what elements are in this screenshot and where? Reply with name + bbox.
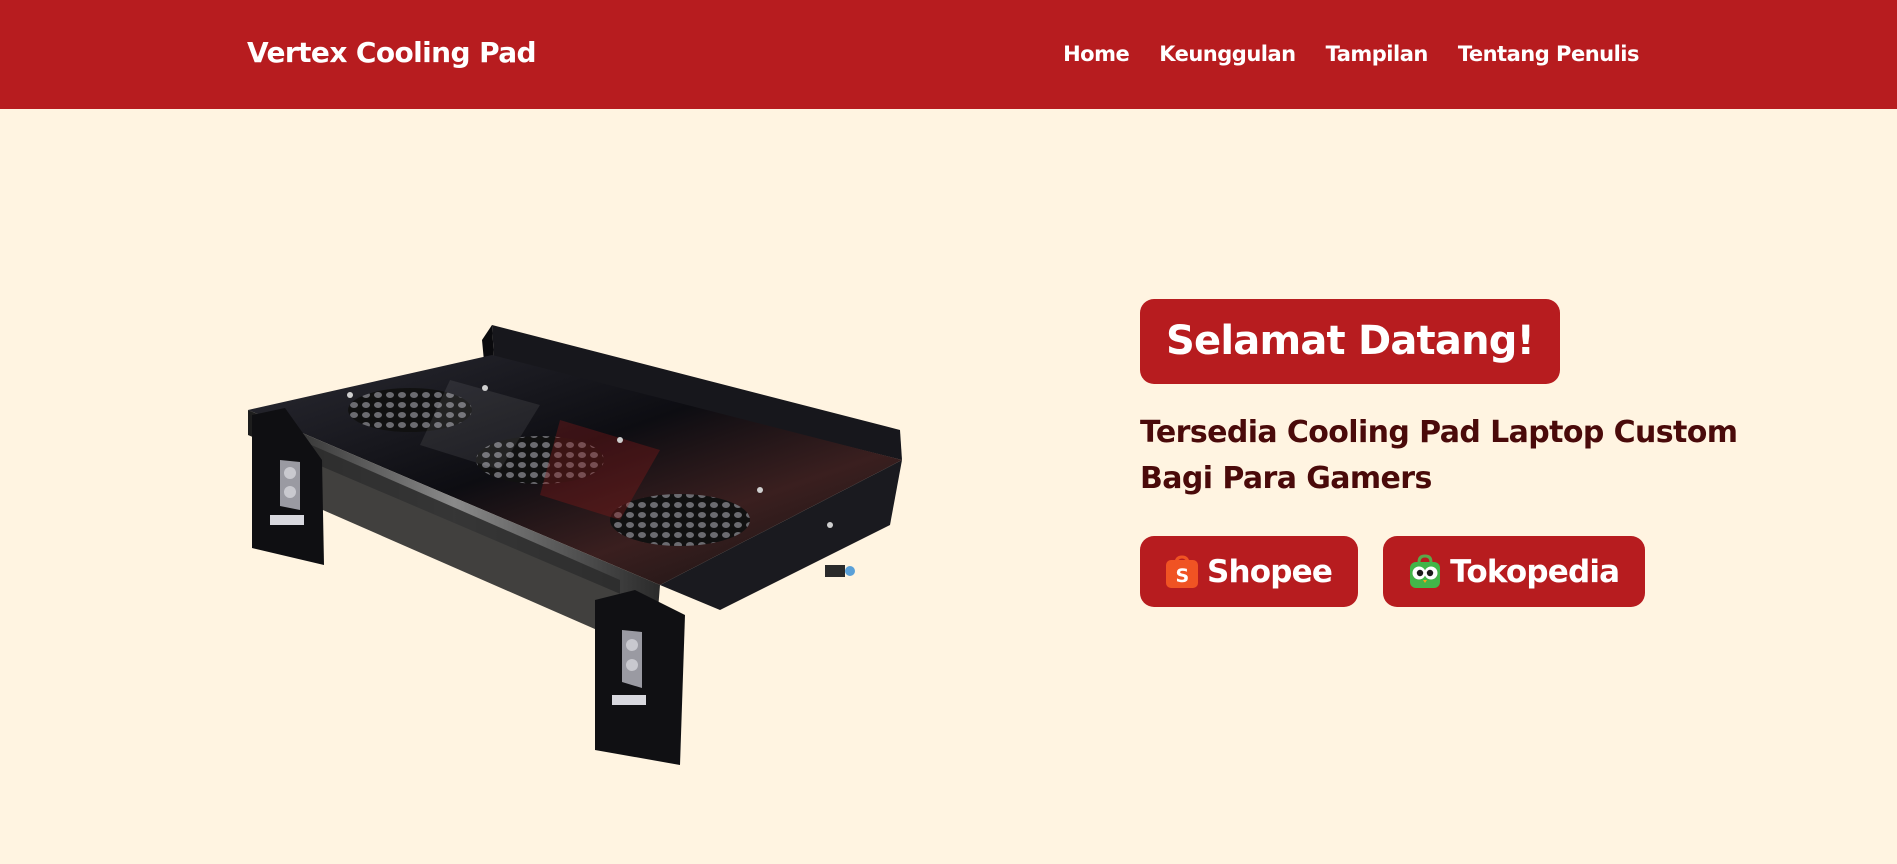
store-buttons: S Shopee Tokopedia	[1140, 536, 1646, 607]
nav-link-tentang-penulis[interactable]: Tentang Penulis	[1458, 42, 1640, 66]
nav-links: Home Keunggulan Tampilan Tentang Penulis	[1063, 42, 1639, 66]
nav-link-home[interactable]: Home	[1063, 42, 1130, 66]
brand-logo[interactable]: Vertex Cooling Pad	[247, 36, 537, 69]
welcome-heading: Selamat Datang!	[1140, 299, 1561, 384]
shopee-label: Shopee	[1207, 553, 1333, 590]
svg-text:S: S	[1176, 565, 1189, 587]
tokopedia-button[interactable]: Tokopedia	[1383, 536, 1646, 607]
nav-link-tampilan[interactable]: Tampilan	[1326, 42, 1429, 66]
shopee-icon: S	[1164, 554, 1200, 590]
shopee-button[interactable]: S Shopee	[1140, 536, 1359, 607]
navbar: Vertex Cooling Pad Home Keunggulan Tampi…	[0, 0, 1897, 109]
hero-subtitle: Tersedia Cooling Pad Laptop Custom Bagi …	[1140, 415, 1738, 496]
nav-link-keunggulan[interactable]: Keunggulan	[1159, 42, 1296, 66]
cooling-pad-product-image	[240, 310, 920, 780]
tokopedia-label: Tokopedia	[1450, 553, 1620, 590]
tokopedia-icon	[1407, 553, 1443, 590]
